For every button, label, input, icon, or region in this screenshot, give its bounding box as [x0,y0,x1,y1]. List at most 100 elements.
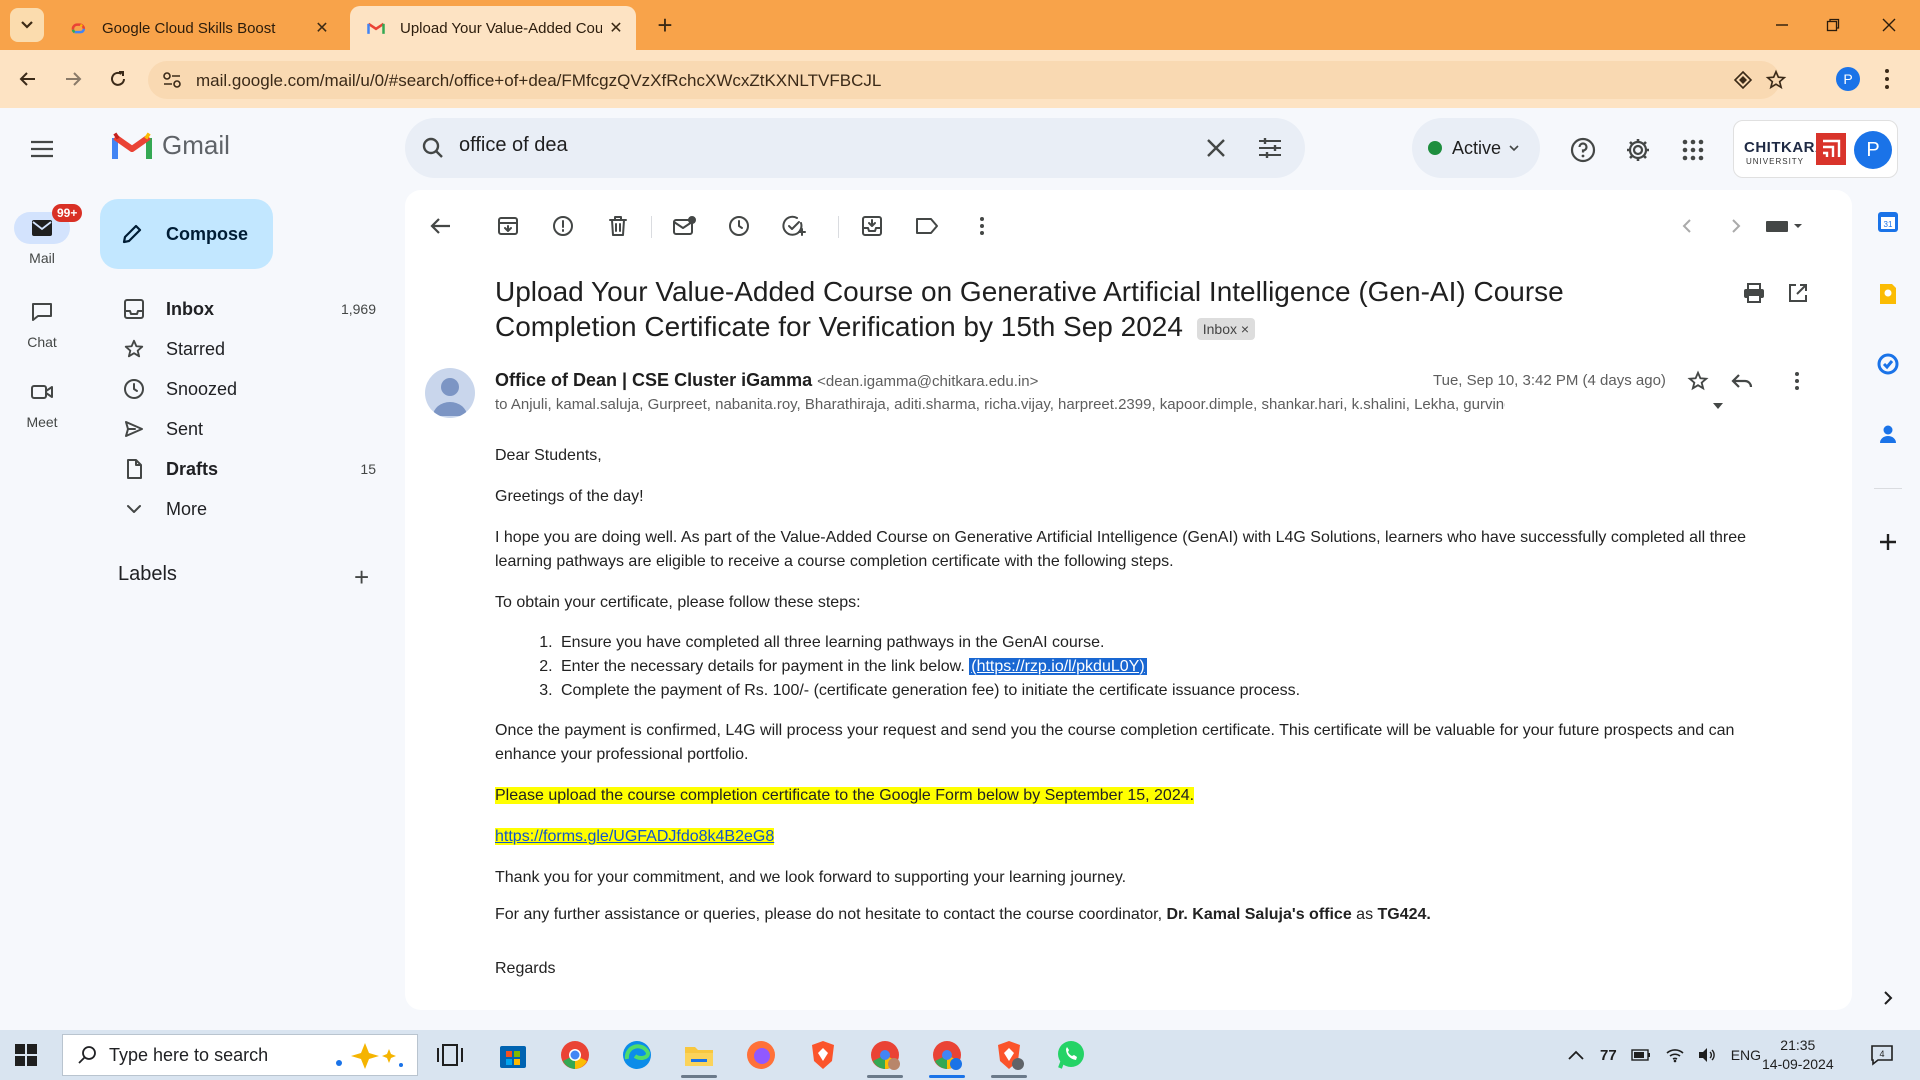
account-switcher[interactable]: CHITKARA UNIVERSITY P [1733,120,1898,178]
sidebar-item-drafts[interactable]: Drafts 15 [100,449,390,489]
minimize-button[interactable] [1759,8,1805,42]
browser-menu-icon[interactable] [1884,68,1890,90]
search-icon[interactable] [421,136,445,160]
firefox-icon[interactable] [745,1039,777,1071]
gmail-logo[interactable]: Gmail [112,130,230,161]
delete-button[interactable] [602,210,634,242]
battery-icon[interactable] [1630,1049,1651,1061]
older-button[interactable] [1720,210,1752,242]
tab-gmail-email[interactable]: Upload Your Value-Added Cour ✕ [350,6,636,50]
chevron-up-icon[interactable] [1568,1050,1584,1060]
volume-icon[interactable] [1697,1047,1717,1063]
contacts-addon[interactable] [1876,422,1900,446]
language-indicator[interactable]: ENG [1731,1047,1761,1063]
clock[interactable]: 21:35 14-09-2024 [1762,1036,1834,1074]
taskbar-search-placeholder: Type here to search [109,1044,269,1065]
url-text[interactable]: mail.google.com/mail/u/0/#search/office+… [196,71,881,91]
sidebar-item-more[interactable]: More [100,489,390,529]
more-actions-button[interactable] [966,210,998,242]
reload-button[interactable] [102,63,134,95]
brave-icon[interactable] [807,1039,839,1071]
close-tab-icon[interactable]: ✕ [602,14,630,42]
microsoft-store-icon[interactable] [497,1039,529,1071]
plus-icon [1880,534,1896,550]
star-icon[interactable] [1687,370,1709,392]
tab-search-button[interactable] [10,8,44,42]
tab-google-cloud-skills-boost[interactable]: Google Cloud Skills Boost ✕ [52,6,342,50]
labels-button[interactable] [911,210,943,242]
rail-item-chat[interactable]: Chat [0,296,84,350]
back-to-search-button[interactable] [425,210,457,242]
inbox-icon [122,297,146,321]
settings-button[interactable] [1622,134,1654,166]
restore-button[interactable] [1810,8,1856,42]
sidebar-item-starred[interactable]: Starred [100,329,390,369]
add-to-tasks-button[interactable] [778,210,810,242]
file-explorer-icon[interactable] [683,1039,715,1071]
reply-icon[interactable] [1731,372,1753,390]
address-bar[interactable]: mail.google.com/mail/u/0/#search/office+… [148,61,1787,99]
calendar-addon[interactable]: 31 [1876,210,1900,234]
search-options-icon[interactable] [1257,136,1283,160]
chrome-icon[interactable] [559,1039,591,1071]
extension-diamond-icon[interactable] [1733,70,1753,90]
support-button[interactable] [1567,134,1599,166]
chrome-profile-p-icon[interactable] [931,1039,963,1071]
mark-unread-button[interactable] [668,210,700,242]
newer-button[interactable] [1671,210,1703,242]
new-tab-button[interactable]: + [650,10,680,40]
main-menu-icon[interactable] [29,139,55,159]
search-input[interactable] [459,134,1219,157]
compose-button[interactable]: Compose [100,199,273,269]
sidebar-item-inbox[interactable]: Inbox 1,969 [100,289,390,329]
tasks-addon[interactable] [1876,352,1900,376]
open-in-new-window-icon[interactable] [1787,282,1809,304]
payment-link[interactable]: (https://rzp.io/l/pkduL0Y) [969,658,1147,675]
notification-icon[interactable]: 4 [1870,1043,1894,1067]
account-avatar[interactable]: P [1854,131,1892,169]
google-form-link[interactable]: https://forms.gle/UGFADJfdo8k4B2eG8 [495,828,775,845]
wifi-icon[interactable] [1665,1047,1685,1063]
back-button[interactable] [12,63,44,95]
clear-search-icon[interactable] [1205,137,1227,159]
arrow-right-icon [66,72,82,86]
site-settings-icon[interactable] [162,71,182,89]
browser-profile-avatar[interactable]: P [1836,67,1860,91]
sender-name[interactable]: Office of Dean | CSE Cluster iGamma [495,370,812,390]
windows-start-icon[interactable] [14,1043,38,1067]
apps-button[interactable] [1677,134,1709,166]
hide-panel-button[interactable] [1876,986,1900,1010]
sidebar-item-snoozed[interactable]: Snoozed [100,369,390,409]
keep-addon[interactable] [1876,282,1900,306]
tab-title: Upload Your Value-Added Cour [400,19,602,37]
taskbar-search-box[interactable]: Type here to search [62,1034,418,1076]
chrome-profile-icon[interactable] [869,1039,901,1071]
inbox-label-chip[interactable]: Inbox × [1196,317,1256,340]
org-name: CHITKARA [1744,139,1827,156]
status-dropdown[interactable]: Active [1412,118,1540,178]
print-icon[interactable] [1742,282,1766,304]
input-tools-button[interactable] [1759,210,1809,242]
task-view-icon[interactable] [434,1039,466,1071]
close-tab-icon[interactable]: ✕ [308,14,336,42]
sidebar-item-sent[interactable]: Sent [100,409,390,449]
keep-icon [1880,284,1896,304]
report-spam-button[interactable] [547,210,579,242]
mark-unread-icon [673,216,696,235]
move-to-button[interactable] [856,210,888,242]
edge-icon[interactable] [621,1039,653,1071]
get-addons-button[interactable] [1876,530,1900,554]
show-details-icon[interactable] [1712,402,1724,410]
tray-value[interactable]: 77 [1600,1047,1617,1064]
more-vert-icon[interactable] [1794,371,1800,391]
forward-button[interactable] [57,63,89,95]
create-label-button[interactable]: + [354,562,369,593]
brave-profile-icon[interactable] [993,1039,1025,1071]
rail-item-mail[interactable]: 99+ Mail [0,204,84,266]
archive-button[interactable] [492,210,524,242]
whatsapp-icon[interactable] [1055,1039,1087,1071]
close-window-button[interactable] [1866,8,1912,42]
rail-item-meet[interactable]: Meet [0,376,84,430]
bookmark-star-icon[interactable] [1765,69,1787,91]
snooze-button[interactable] [723,210,755,242]
